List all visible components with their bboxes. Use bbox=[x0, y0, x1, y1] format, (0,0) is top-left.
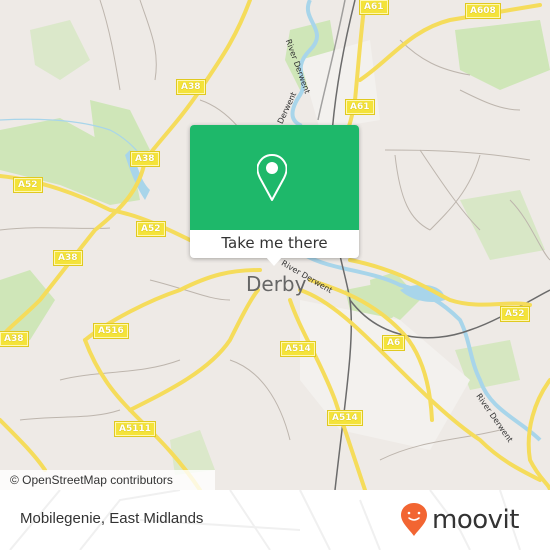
city-label-derby: Derby bbox=[246, 272, 307, 296]
map[interactable]: A38 A38 A52 A52 A38 A38 A516 A5111 A61 A… bbox=[0, 0, 550, 490]
road-label-a6: A6 bbox=[381, 335, 406, 351]
location-name: Mobilegenie, East Midlands bbox=[20, 510, 204, 527]
road-label-a38: A38 bbox=[53, 250, 83, 266]
road-label-a514: A514 bbox=[280, 341, 316, 357]
road-label-a38: A38 bbox=[176, 79, 206, 95]
road-label-a38: A38 bbox=[0, 331, 29, 347]
map-attribution[interactable]: © OpenStreetMap contributors bbox=[0, 470, 215, 490]
park-area bbox=[170, 430, 215, 475]
road-sw bbox=[0, 418, 47, 472]
moovit-wordmark: moovit bbox=[432, 505, 519, 535]
road-label-a61: A61 bbox=[359, 0, 389, 15]
popup-header bbox=[190, 125, 359, 230]
location-pin-icon bbox=[257, 154, 287, 201]
park-area bbox=[460, 190, 545, 260]
road-label-a61: A61 bbox=[345, 99, 375, 115]
take-me-there-button[interactable]: Take me there bbox=[190, 230, 359, 258]
park-area bbox=[30, 20, 90, 80]
popup-tail bbox=[265, 256, 283, 266]
location-popup: Take me there bbox=[190, 125, 359, 266]
park-area bbox=[455, 20, 550, 90]
road-label-a52: A52 bbox=[13, 177, 43, 193]
road-label-a52: A52 bbox=[500, 306, 530, 322]
road-label-a52: A52 bbox=[136, 221, 166, 237]
footer: Mobilegenie, East Midlands moovit bbox=[0, 490, 550, 550]
road-label-a608: A608 bbox=[465, 3, 501, 19]
moovit-logo[interactable]: moovit bbox=[400, 503, 540, 539]
moovit-pin-smile-icon bbox=[401, 503, 427, 536]
road-label-a514: A514 bbox=[327, 410, 363, 426]
road-label-a5111: A5111 bbox=[113, 421, 157, 437]
road-label-a38: A38 bbox=[130, 151, 160, 167]
road-ring bbox=[128, 288, 260, 412]
road-label-a516: A516 bbox=[93, 323, 129, 339]
road-a5111 bbox=[83, 338, 202, 490]
